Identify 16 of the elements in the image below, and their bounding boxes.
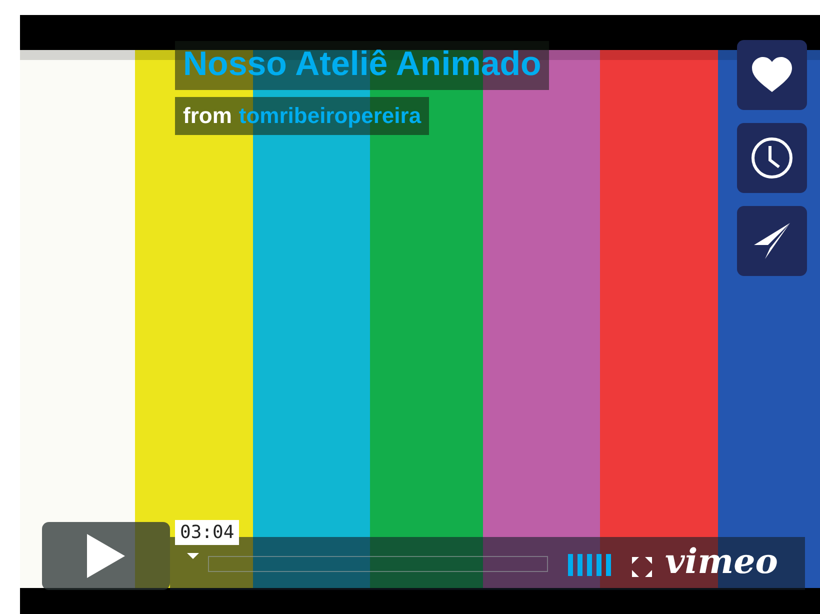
- time-tooltip: 03:04: [175, 520, 240, 545]
- vimeo-logo[interactable]: vimeo: [665, 544, 778, 582]
- tooltip-pointer: [187, 553, 199, 559]
- fullscreen-icon[interactable]: [632, 557, 652, 577]
- like-button[interactable]: [737, 40, 807, 110]
- play-button[interactable]: [42, 522, 170, 590]
- clock-icon: [751, 137, 793, 179]
- heart-icon: [751, 57, 793, 93]
- progress-track[interactable]: [208, 556, 548, 572]
- volume-icon[interactable]: [568, 554, 614, 576]
- paper-plane-icon: [752, 221, 792, 261]
- byline-prefix: from: [183, 103, 232, 129]
- share-button[interactable]: [737, 206, 807, 276]
- play-icon: [87, 534, 125, 578]
- video-title[interactable]: Nosso Ateliê Animado: [175, 41, 550, 90]
- watch-later-button[interactable]: [737, 123, 807, 193]
